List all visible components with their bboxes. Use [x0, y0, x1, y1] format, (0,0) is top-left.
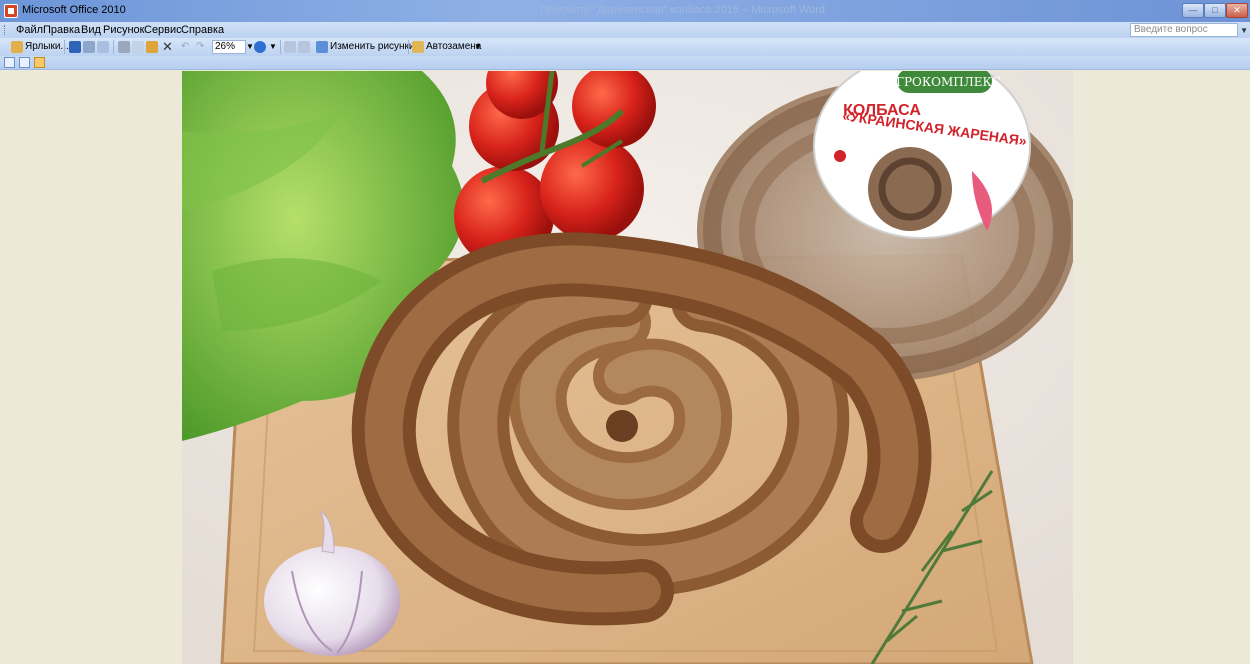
paste-icon[interactable] — [146, 41, 158, 53]
menu-picture[interactable]: Рисунок — [103, 24, 145, 36]
filmstrip-view-icon[interactable] — [19, 57, 30, 68]
sausage-photo: АГРОКОМПЛЕКС КОЛБАСА «УКРАИНСКАЯ ЖАРЕНАЯ… — [182, 71, 1073, 664]
close-button[interactable]: ✕ — [1226, 3, 1248, 18]
toolbar-separator — [408, 40, 409, 54]
title-bar: Microsoft Office 2010 Просмотр "Деревенс… — [0, 0, 1250, 22]
view-bar — [0, 56, 1250, 70]
displayed-photo[interactable]: АГРОКОМПЛЕКС КОЛБАСА «УКРАИНСКАЯ ЖАРЕНАЯ… — [182, 71, 1073, 664]
delete-icon[interactable]: ✕ — [162, 40, 173, 54]
undo-icon[interactable]: ↶ — [181, 40, 189, 54]
menu-grip[interactable] — [4, 25, 6, 35]
edit-pictures-icon — [316, 41, 328, 53]
menu-help[interactable]: Справка — [181, 24, 224, 36]
package-brand: АГРОКОМПЛЕКС — [887, 75, 1001, 89]
zoom-select[interactable]: 26% — [212, 40, 246, 54]
maximize-button[interactable]: □ — [1204, 3, 1226, 18]
menu-view[interactable]: Вид — [81, 24, 101, 36]
menu-file[interactable]: Файл — [16, 24, 43, 36]
print-icon[interactable] — [83, 41, 95, 53]
single-picture-view-icon[interactable] — [34, 57, 45, 68]
copy-icon[interactable] — [132, 41, 144, 53]
rotate-left-icon[interactable] — [284, 41, 296, 53]
toolbar-separator — [113, 40, 114, 54]
rotate-right-icon[interactable] — [298, 41, 310, 53]
zoom-dropdown-icon[interactable]: ▼ — [246, 40, 254, 54]
menu-tools[interactable]: Сервис — [144, 24, 182, 36]
minimize-button[interactable]: — — [1182, 3, 1204, 18]
toolbar-options-icon[interactable]: ▼ — [269, 40, 277, 54]
toolbar-options-icon[interactable]: ▼ — [474, 40, 482, 54]
menu-bar: Файл Правка Вид Рисунок Сервис Справка В… — [0, 22, 1250, 38]
thumbnail-view-icon[interactable] — [4, 57, 15, 68]
toolbar-separator — [280, 40, 281, 54]
document-title: Просмотр "Деревенская" колбаса 2015 – Mi… — [540, 4, 826, 16]
help-icon[interactable] — [254, 41, 266, 53]
window-title: Microsoft Office 2010 — [22, 4, 126, 16]
cut-icon[interactable] — [118, 41, 130, 53]
toolbar-separator — [64, 40, 65, 54]
save-icon[interactable] — [69, 41, 81, 53]
chevron-down-icon[interactable]: ▼ — [1240, 26, 1248, 35]
shortcuts-icon — [11, 41, 23, 53]
menu-edit[interactable]: Правка — [43, 24, 80, 36]
print-preview-icon[interactable] — [97, 41, 109, 53]
question-input[interactable]: Введите вопрос — [1130, 23, 1238, 37]
redo-icon[interactable]: ↷ — [196, 40, 204, 54]
autocorrect-icon — [412, 41, 424, 53]
office-app-icon[interactable] — [4, 4, 18, 18]
shortcuts-button[interactable]: Ярлыки... — [25, 40, 69, 54]
picture-workspace: АГРОКОМПЛЕКС КОЛБАСА «УКРАИНСКАЯ ЖАРЕНАЯ… — [0, 71, 1250, 664]
standard-toolbar: Ярлыки... ✕ ↶ ↷ 26% ▼ ▼ Изменить рисунки… — [0, 38, 1250, 56]
